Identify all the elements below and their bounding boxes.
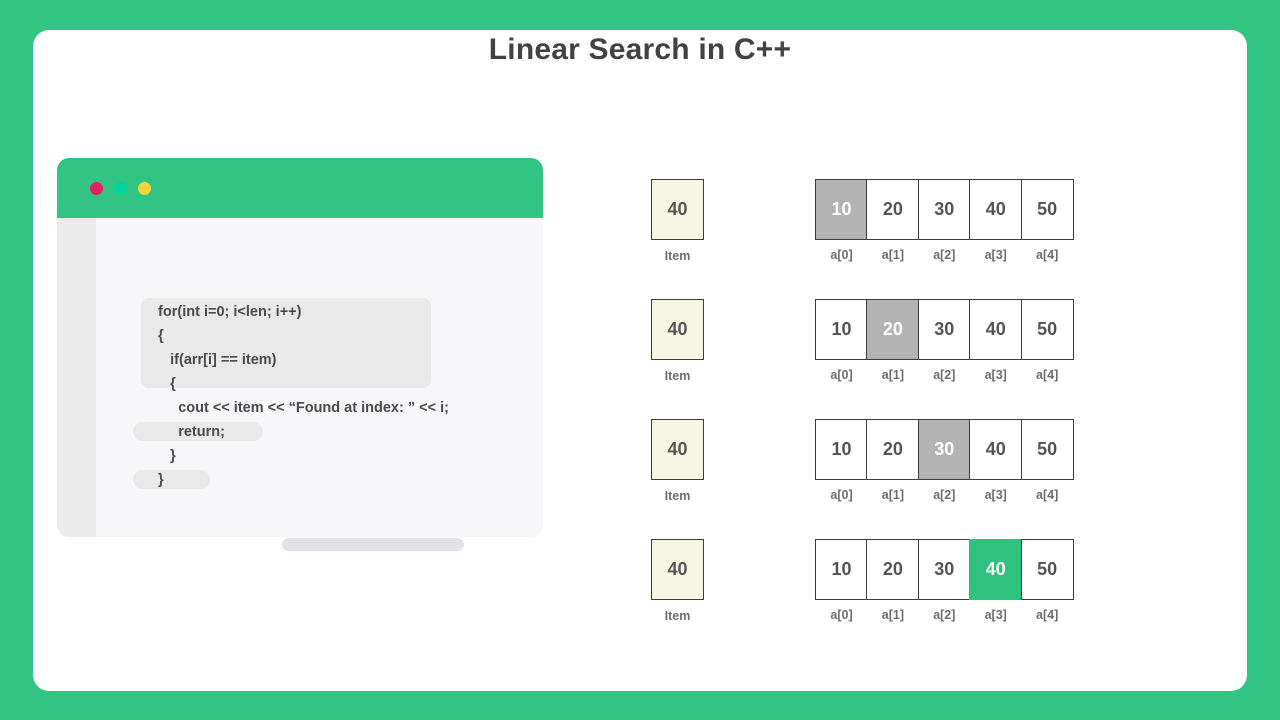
array-cell: 30 bbox=[917, 299, 971, 360]
item-label: Item bbox=[664, 609, 691, 623]
array-index-label: a[2] bbox=[933, 248, 956, 262]
array-index-label: a[1] bbox=[881, 368, 905, 382]
code-line: return; bbox=[150, 424, 225, 440]
array-cell: 50 bbox=[1020, 299, 1074, 360]
array-index-label: a[0] bbox=[830, 488, 853, 502]
array-cell: 20 bbox=[866, 179, 920, 240]
array-cell: 50 bbox=[1020, 419, 1074, 480]
item-box: 40 bbox=[651, 179, 704, 240]
array-cells: 10 20 30 40 50 bbox=[815, 179, 1074, 240]
array-cell: 30 bbox=[917, 419, 971, 480]
minimize-dot-icon[interactable] bbox=[114, 182, 127, 195]
array-cell: 40 bbox=[969, 419, 1023, 480]
item-label: Item bbox=[664, 369, 691, 383]
code-line: } bbox=[150, 472, 164, 488]
array-index-label: a[3] bbox=[984, 248, 1007, 262]
item-label: Item bbox=[664, 489, 691, 503]
code-line: if(arr[i] == item) bbox=[150, 352, 277, 368]
array-index-label: a[1] bbox=[881, 488, 905, 502]
array-index-labels: a[0] a[1] a[2] a[3] a[4] bbox=[815, 248, 1074, 262]
code-line: { bbox=[150, 376, 176, 392]
item-label: Item bbox=[664, 249, 691, 263]
array-cell: 40 bbox=[969, 539, 1023, 600]
array-index-labels: a[0] a[1] a[2] a[3] a[4] bbox=[815, 368, 1074, 382]
array-index-label: a[2] bbox=[933, 488, 956, 502]
array-index-label: a[4] bbox=[1036, 368, 1059, 382]
slide-stage: Linear Search in C++ for(int i=0; i<len;… bbox=[0, 0, 1280, 720]
array-cells: 10 20 30 40 50 bbox=[815, 299, 1074, 360]
window-controls bbox=[90, 182, 151, 195]
array-index-label: a[0] bbox=[830, 248, 853, 262]
array-index-label: a[4] bbox=[1036, 248, 1059, 262]
array-cell: 10 bbox=[815, 299, 868, 360]
array-cells: 10 20 30 40 50 bbox=[815, 539, 1074, 600]
array-cell: 30 bbox=[917, 539, 971, 600]
horizontal-scrollbar[interactable] bbox=[282, 538, 464, 551]
array-index-label: a[3] bbox=[984, 608, 1007, 622]
code-line: for(int i=0; i<len; i++) bbox=[150, 304, 302, 320]
array-index-label: a[4] bbox=[1036, 488, 1059, 502]
code-line: cout << item << “Found at index: ” << i; bbox=[150, 400, 449, 416]
item-box: 40 bbox=[651, 539, 704, 600]
array-cell: 30 bbox=[917, 179, 971, 240]
array-cell: 50 bbox=[1020, 539, 1074, 600]
array-index-label: a[2] bbox=[933, 608, 956, 622]
code-line: } bbox=[150, 448, 176, 464]
array-index-label: a[4] bbox=[1036, 608, 1059, 622]
array-cells: 10 20 30 40 50 bbox=[815, 419, 1074, 480]
array-visualization: 10 20 30 40 50 a[0] a[1] a[2] a[3] a[4] bbox=[815, 419, 1074, 502]
array-visualization: 10 20 30 40 50 a[0] a[1] a[2] a[3] a[4] bbox=[815, 539, 1074, 622]
array-cell: 40 bbox=[969, 179, 1023, 240]
array-index-label: a[2] bbox=[933, 368, 956, 382]
code-window-titlebar bbox=[57, 158, 543, 218]
code-line: { bbox=[150, 328, 164, 344]
code-snippet: for(int i=0; i<len; i++) { if(arr[i] == … bbox=[150, 300, 570, 492]
array-visualization: 10 20 30 40 50 a[0] a[1] a[2] a[3] a[4] bbox=[815, 299, 1074, 382]
array-cell: 40 bbox=[969, 299, 1023, 360]
array-index-labels: a[0] a[1] a[2] a[3] a[4] bbox=[815, 608, 1074, 622]
array-cell: 10 bbox=[815, 539, 868, 600]
array-cell: 20 bbox=[866, 419, 920, 480]
array-cell: 10 bbox=[815, 419, 868, 480]
item-box: 40 bbox=[651, 419, 704, 480]
array-cell: 50 bbox=[1020, 179, 1074, 240]
page-title: Linear Search in C++ bbox=[488, 33, 792, 66]
array-index-label: a[0] bbox=[830, 368, 853, 382]
array-cell: 10 bbox=[815, 179, 868, 240]
close-dot-icon[interactable] bbox=[90, 182, 103, 195]
array-index-label: a[1] bbox=[881, 608, 905, 622]
maximize-dot-icon[interactable] bbox=[138, 182, 151, 195]
array-visualization: 10 20 30 40 50 a[0] a[1] a[2] a[3] a[4] bbox=[815, 179, 1074, 262]
array-index-label: a[3] bbox=[984, 368, 1007, 382]
array-index-label: a[1] bbox=[881, 248, 905, 262]
code-window-sidebar bbox=[57, 218, 96, 537]
item-box: 40 bbox=[651, 299, 704, 360]
array-cell: 20 bbox=[866, 299, 920, 360]
array-cell: 20 bbox=[866, 539, 920, 600]
array-index-label: a[3] bbox=[984, 488, 1007, 502]
array-index-labels: a[0] a[1] a[2] a[3] a[4] bbox=[815, 488, 1074, 502]
array-index-label: a[0] bbox=[830, 608, 853, 622]
